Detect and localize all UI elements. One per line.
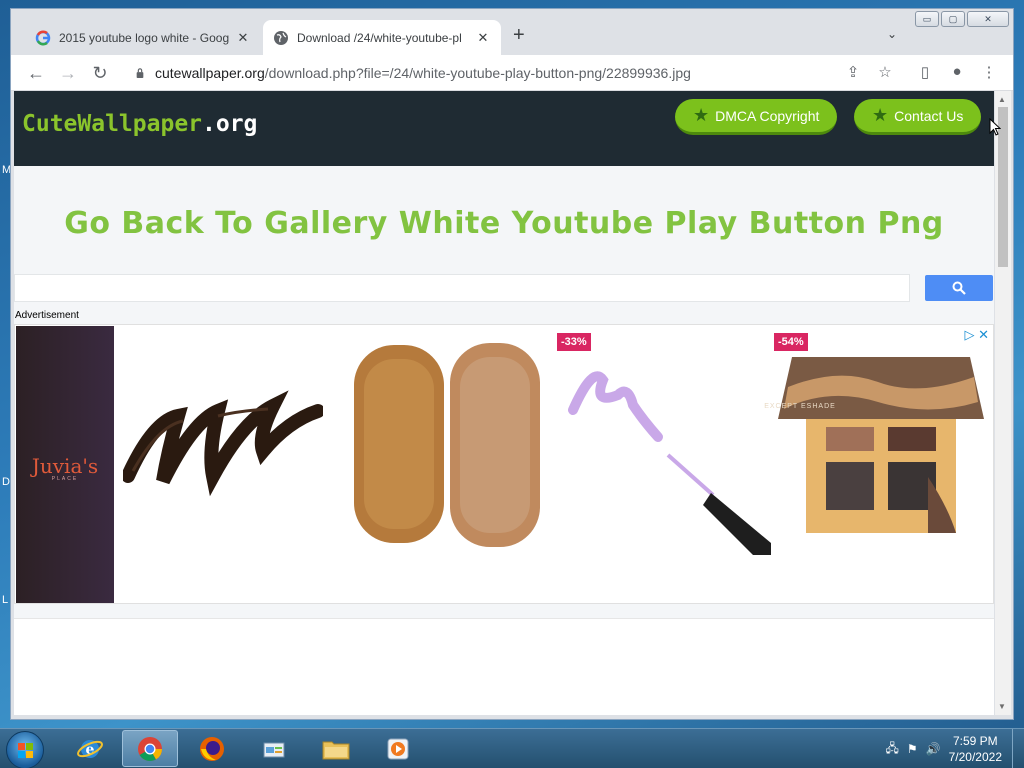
taskbar: e 🖧 ⚑ 🔊 7:59 PM 7/20/2022: [0, 728, 1024, 768]
action-center-flag-icon[interactable]: ⚑: [907, 742, 918, 756]
scroll-up-icon[interactable]: ▲: [998, 95, 1006, 104]
site-logo[interactable]: CuteWallpaper.org: [22, 111, 257, 137]
clock[interactable]: 7:59 PM 7/20/2022: [949, 733, 1002, 765]
mouse-cursor-icon: [989, 118, 1001, 136]
scroll-down-icon[interactable]: ▼: [998, 702, 1006, 711]
taskbar-control-panel[interactable]: [246, 730, 302, 767]
lock-icon: [136, 68, 144, 78]
back-to-gallery-link[interactable]: Go Back To Gallery White Youtube Play Bu…: [14, 206, 994, 241]
logo-text-main: CuteWallpaper: [22, 111, 203, 137]
discount-badge: -54%: [774, 333, 808, 351]
adchoices-icon[interactable]: ▷ ✕: [964, 327, 989, 343]
clock-time: 7:59 PM: [952, 734, 998, 748]
system-tray: 🖧 ⚑ 🔊 7:59 PM 7/20/2022: [886, 729, 1024, 768]
taskbar-chrome[interactable]: [122, 730, 178, 767]
web-page: CuteWallpaper.org ★ DMCA Copyright ★ Con…: [14, 91, 994, 715]
palette-text: EXCEPT ESHADE: [764, 403, 836, 410]
content-below-ad: [14, 618, 994, 715]
volume-icon[interactable]: 🔊: [926, 742, 941, 756]
url-host: cutewallpaper.org: [155, 65, 265, 81]
taskbar-file-explorer[interactable]: [308, 730, 364, 767]
back-button[interactable]: ←: [25, 62, 47, 84]
tab-search-icon[interactable]: ⌄: [887, 27, 897, 41]
chrome-icon: [138, 736, 162, 761]
minimize-button[interactable]: ▭: [915, 11, 939, 27]
bookmark-star-icon[interactable]: ☆: [875, 63, 895, 81]
folder-icon: [322, 741, 350, 759]
star-icon: ★: [872, 105, 889, 125]
reload-button[interactable]: ↻: [89, 62, 111, 84]
ad-brand-subtitle: PLACE: [51, 476, 79, 482]
network-icon[interactable]: 🖧: [886, 739, 899, 760]
logo-text-tld: .org: [202, 111, 258, 137]
ad-brand-logo: Juvia's: [31, 454, 99, 478]
tab-title: Download /24/white-youtube-pl: [297, 30, 462, 45]
internet-explorer-icon: e: [77, 739, 103, 758]
profile-avatar-icon[interactable]: ●: [947, 63, 967, 80]
tab-title: 2015 youtube logo white - Goog: [59, 30, 230, 45]
side-panel-icon[interactable]: ▯: [915, 63, 935, 81]
lilac-eyeliner-image[interactable]: [563, 345, 771, 555]
page-scrollbar[interactable]: ▲ ▼: [995, 91, 1011, 715]
maximize-button[interactable]: ▢: [941, 11, 965, 27]
search-button[interactable]: [925, 275, 993, 301]
taskbar-media-player[interactable]: [370, 730, 426, 767]
button-label: Contact Us: [894, 107, 964, 124]
tab-close-icon[interactable]: ✕: [475, 30, 491, 46]
firefox-icon: [200, 736, 224, 761]
taskbar-firefox[interactable]: [184, 730, 240, 767]
tab-download[interactable]: Download /24/white-youtube-pl ✕: [263, 20, 501, 55]
desktop-icon-label: D: [2, 476, 10, 488]
search-icon: [952, 281, 966, 295]
desktop-icon-label: L: [2, 594, 9, 606]
bronzer-compact-image[interactable]: [350, 339, 545, 551]
browser-window: 2015 youtube logo white - Goog ✕ Downloa…: [10, 8, 1014, 720]
site-header: CuteWallpaper.org ★ DMCA Copyright ★ Con…: [14, 91, 994, 166]
url-path: /download.php?file=/24/white-youtube-pla…: [264, 65, 691, 81]
control-panel-icon: [263, 742, 285, 757]
main-content: Go Back To Gallery White Youtube Play Bu…: [14, 166, 994, 715]
clock-date: 7/20/2022: [948, 750, 1002, 764]
ad-brand-panel[interactable]: Juvia's PLACE: [16, 326, 114, 603]
media-player-icon: [387, 738, 409, 759]
eyeshadow-palette-image[interactable]: [778, 357, 984, 535]
tab-close-icon[interactable]: ✕: [235, 30, 251, 46]
site-search-input[interactable]: [14, 274, 910, 302]
window-controls: ▭ ▢ ✕: [915, 11, 1009, 27]
windows-logo-icon: [18, 743, 33, 758]
globe-icon: [274, 30, 288, 45]
close-window-button[interactable]: ✕: [967, 11, 1009, 27]
start-button[interactable]: [6, 731, 44, 768]
share-icon[interactable]: ⇪: [843, 63, 863, 81]
contact-us-button[interactable]: ★ Contact Us: [854, 99, 982, 135]
new-tab-button[interactable]: +: [513, 25, 525, 45]
dmca-copyright-button[interactable]: ★ DMCA Copyright: [675, 99, 838, 135]
tab-strip: 2015 youtube logo white - Goog ✕ Downloa…: [11, 9, 1013, 55]
forward-button[interactable]: →: [57, 62, 79, 84]
browser-menu-icon[interactable]: ⋮: [979, 63, 999, 81]
tab-google-search[interactable]: 2015 youtube logo white - Goog ✕: [25, 20, 261, 55]
star-icon: ★: [693, 105, 710, 125]
advertisement-banner[interactable]: Juvia's PLACE -33% -54% EXCEPT ESHADE ▷ …: [14, 324, 994, 604]
browser-toolbar: ← → ↻ cutewallpaper.org/download.php?fil…: [11, 55, 1013, 91]
advertisement-label: Advertisement: [15, 310, 79, 321]
google-icon: [35, 30, 51, 45]
mascara-swatch-image[interactable]: [123, 381, 323, 501]
button-label: DMCA Copyright: [715, 107, 820, 124]
show-desktop-button[interactable]: [1012, 729, 1024, 768]
address-bar[interactable]: cutewallpaper.org/download.php?file=/24/…: [123, 59, 903, 87]
taskbar-internet-explorer[interactable]: e: [62, 730, 118, 767]
